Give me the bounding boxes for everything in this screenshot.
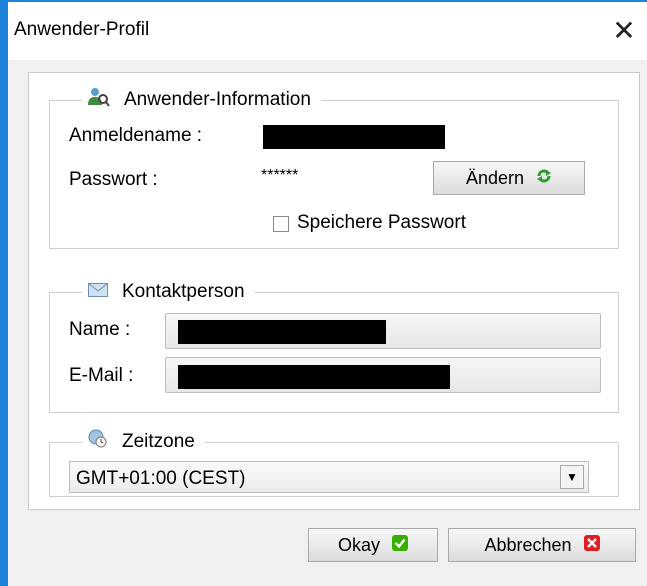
title-bar: Anwender-Profil ✕ (8, 2, 647, 60)
okay-label: Okay (337, 534, 380, 555)
globe-clock-icon (88, 429, 108, 455)
contact-legend-text: Kontaktperson (122, 281, 245, 302)
timezone-legend-text: Zeitzone (122, 431, 195, 452)
name-label: Name : (69, 319, 131, 340)
name-input[interactable] (165, 313, 601, 349)
user-info-legend: Anwender-Information (82, 87, 321, 113)
okay-button[interactable]: Okay (308, 528, 438, 562)
x-mark-icon (583, 534, 600, 556)
user-search-icon (88, 87, 110, 113)
envelope-icon (88, 281, 108, 303)
timezone-selected-value: GMT+01:00 (CEST) (76, 468, 246, 489)
contact-legend: Kontaktperson (82, 281, 255, 303)
login-name-value (263, 125, 445, 149)
dialog-title: Anwender-Profil (14, 19, 150, 40)
password-label: Passwort : (69, 169, 158, 190)
dropdown-arrow-icon[interactable]: ▼ (560, 465, 584, 489)
save-password-label: Speichere Passwort (297, 212, 466, 233)
timezone-select[interactable]: GMT+01:00 (CEST) ▼ (69, 461, 589, 493)
cancel-button[interactable]: Abbrechen (448, 528, 636, 562)
save-password-checkbox[interactable] (273, 216, 289, 232)
change-password-label: Ändern (465, 167, 525, 188)
email-label: E-Mail : (69, 365, 134, 386)
close-button[interactable]: ✕ (607, 14, 641, 48)
timezone-legend: Zeitzone (82, 429, 205, 455)
email-input[interactable] (165, 357, 601, 393)
refresh-icon (536, 168, 552, 189)
name-value (178, 320, 386, 344)
login-name-label: Anmeldename : (69, 125, 203, 146)
checkmark-icon (392, 534, 408, 556)
form-panel: Anwender-Information Anmeldename : Passw… (28, 72, 640, 510)
email-value (178, 365, 450, 389)
dialog-content: Anwender-Information Anmeldename : Passw… (8, 60, 647, 586)
profile-dialog: Anwender-Profil ✕ Anwender-Information A… (0, 0, 647, 586)
cancel-label: Abbrechen (484, 534, 572, 555)
password-value: ****** (261, 167, 299, 184)
change-password-button[interactable]: Ändern (433, 161, 585, 195)
user-info-legend-text: Anwender-Information (124, 89, 311, 110)
